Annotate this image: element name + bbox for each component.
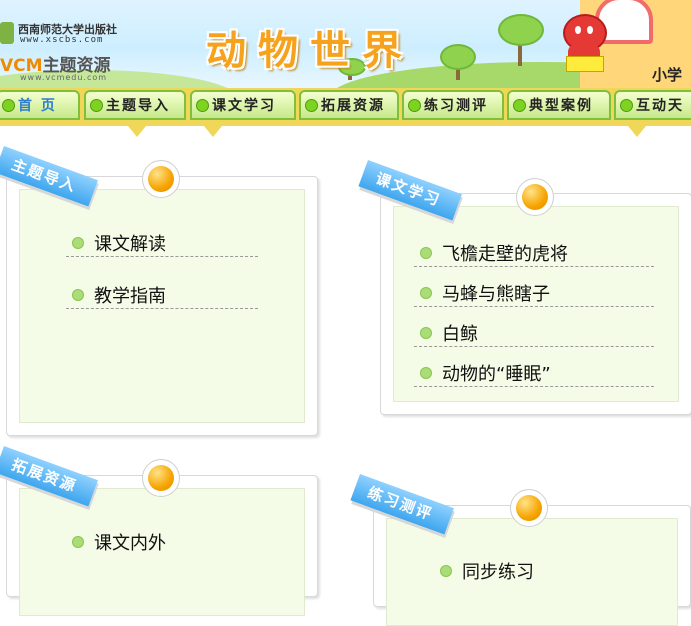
nav-item-label: 典型案例 (529, 98, 593, 114)
nav-item-text-study[interactable]: 课文学习 (190, 90, 296, 120)
nav-item-label: 练习测评 (424, 98, 488, 114)
list-item[interactable]: 动物的“睡眠” (414, 360, 654, 387)
list-item-label: 动物的“睡眠” (442, 364, 551, 385)
green-bullet-icon (72, 536, 84, 548)
list-item-label: 同步练习 (462, 562, 534, 583)
publisher-logo[interactable]: 西南师范大学出版社 www.xscbs.com VCM主题资源 www.vcme… (0, 8, 130, 82)
list-item[interactable]: 课文内外 (66, 529, 258, 555)
list-item[interactable]: 课文解读 (66, 230, 258, 257)
orange-pin-icon (142, 459, 180, 497)
nav-item-label: 首 页 (18, 98, 57, 114)
green-dot-icon (408, 98, 421, 112)
list-item-label: 白鲸 (442, 324, 478, 345)
green-dot-icon (90, 98, 103, 112)
nav-item-home[interactable]: 首 页 (0, 90, 80, 120)
orange-pin-icon (510, 489, 548, 527)
green-bullet-icon (440, 565, 452, 577)
green-dot-icon (196, 98, 209, 112)
publisher-url: www.xscbs.com (20, 35, 104, 45)
green-dot-icon (513, 98, 526, 112)
tree-icon (498, 14, 544, 46)
list-item-label: 马蜂与熊瞎子 (442, 284, 550, 305)
green-dot-icon (305, 98, 318, 112)
list-item-label: 课文解读 (94, 234, 166, 255)
nav-item-extended-resources[interactable]: 拓展资源 (299, 90, 399, 120)
tree-icon (440, 44, 476, 70)
nav-item-topic-intro[interactable]: 主题导入 (84, 90, 186, 120)
nav-item-interactive[interactable]: 互动天 (614, 90, 691, 120)
nav-item-label: 拓展资源 (321, 98, 385, 114)
green-bullet-icon (420, 247, 432, 259)
main-nav: 首 页 主题导入 课文学习 拓展资源 练习测评 典型案例 互动天 (0, 88, 691, 126)
mascot-eye (587, 26, 593, 34)
list-item[interactable]: 同步练习 (434, 558, 634, 584)
nav-item-label: 课文学习 (212, 98, 276, 114)
nav-item-practice[interactable]: 练习测评 (402, 90, 504, 120)
page-title: 动物世界 (206, 28, 414, 74)
nav-notch (628, 126, 646, 137)
green-dot-icon (620, 98, 633, 112)
list-item[interactable]: 教学指南 (66, 282, 258, 309)
grade-level-label: 小学 (652, 66, 683, 84)
orange-pin-icon (142, 160, 180, 198)
list-item-label: 飞檐走壁的虎将 (442, 244, 568, 265)
nav-notch (128, 126, 146, 137)
header-banner: 西南师范大学出版社 www.xscbs.com VCM主题资源 www.vcme… (0, 0, 691, 88)
leaf-logo-icon (0, 22, 14, 44)
list-item[interactable]: 马蜂与熊瞎子 (414, 280, 654, 307)
list-item-label: 课文内外 (94, 533, 166, 554)
green-bullet-icon (420, 287, 432, 299)
nav-notch (204, 126, 222, 137)
list-item-label: 教学指南 (94, 286, 166, 307)
nav-item-label: 互动天 (636, 98, 684, 114)
mascot-eye (575, 26, 581, 34)
green-bullet-icon (420, 327, 432, 339)
green-dot-icon (2, 98, 15, 112)
brand-url: www.vcmedu.com (20, 73, 108, 82)
green-bullet-icon (72, 237, 84, 249)
mascot-book-icon (566, 56, 604, 72)
list-item[interactable]: 飞檐走壁的虎将 (414, 240, 654, 267)
list-item[interactable]: 白鲸 (414, 320, 654, 347)
orange-pin-icon (516, 178, 554, 216)
green-bullet-icon (420, 367, 432, 379)
green-bullet-icon (72, 289, 84, 301)
nav-item-cases[interactable]: 典型案例 (507, 90, 611, 120)
nav-item-label: 主题导入 (106, 98, 170, 114)
